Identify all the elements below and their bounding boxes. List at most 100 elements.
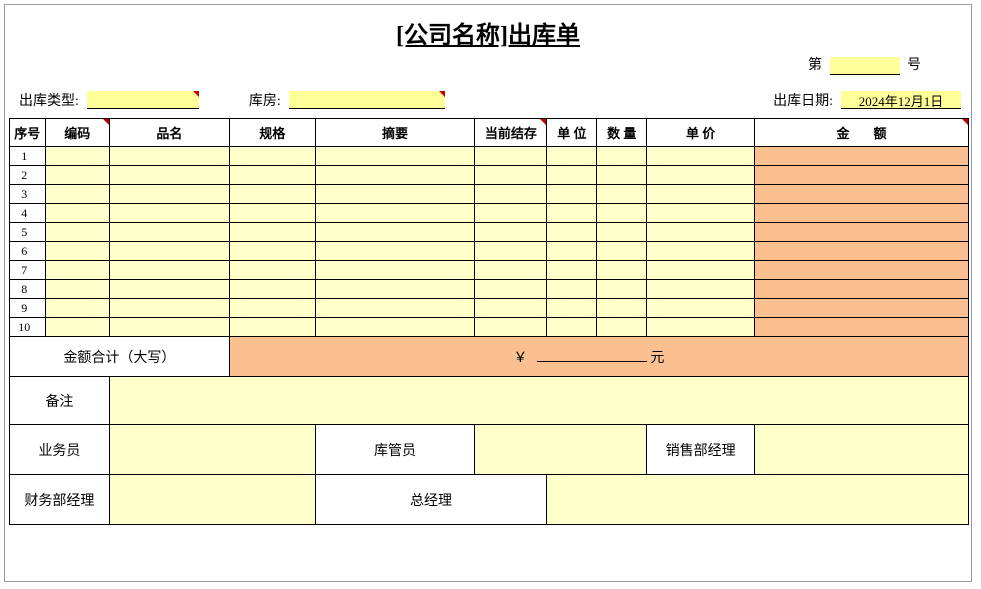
cell-unit[interactable] bbox=[547, 280, 597, 299]
cell-name[interactable] bbox=[109, 147, 229, 166]
cell-qty[interactable] bbox=[597, 204, 647, 223]
cell-amount[interactable] bbox=[755, 204, 969, 223]
cell-price[interactable] bbox=[647, 166, 755, 185]
cell-spec[interactable] bbox=[229, 166, 315, 185]
wh-input[interactable] bbox=[475, 425, 647, 475]
cell-amount[interactable] bbox=[755, 299, 969, 318]
cell-summary[interactable] bbox=[315, 147, 475, 166]
cell-summary[interactable] bbox=[315, 261, 475, 280]
warehouse-input[interactable] bbox=[289, 91, 445, 109]
cell-qty[interactable] bbox=[597, 299, 647, 318]
cell-code[interactable] bbox=[45, 185, 109, 204]
cell-qty[interactable] bbox=[597, 261, 647, 280]
cell-code[interactable] bbox=[45, 223, 109, 242]
cell-price[interactable] bbox=[647, 223, 755, 242]
cell-stock[interactable] bbox=[475, 299, 547, 318]
cell-name[interactable] bbox=[109, 185, 229, 204]
cell-spec[interactable] bbox=[229, 147, 315, 166]
cell-code[interactable] bbox=[45, 166, 109, 185]
cell-unit[interactable] bbox=[547, 185, 597, 204]
cell-code[interactable] bbox=[45, 299, 109, 318]
cell-summary[interactable] bbox=[315, 166, 475, 185]
cell-name[interactable] bbox=[109, 166, 229, 185]
cell-code[interactable] bbox=[45, 318, 109, 337]
cell-unit[interactable] bbox=[547, 147, 597, 166]
cell-stock[interactable] bbox=[475, 318, 547, 337]
cell-summary[interactable] bbox=[315, 185, 475, 204]
cell-price[interactable] bbox=[647, 318, 755, 337]
cell-spec[interactable] bbox=[229, 204, 315, 223]
cell-spec[interactable] bbox=[229, 318, 315, 337]
cell-spec[interactable] bbox=[229, 242, 315, 261]
cell-amount[interactable] bbox=[755, 166, 969, 185]
cell-code[interactable] bbox=[45, 261, 109, 280]
cell-amount[interactable] bbox=[755, 280, 969, 299]
cell-stock[interactable] bbox=[475, 166, 547, 185]
cell-price[interactable] bbox=[647, 280, 755, 299]
cell-name[interactable] bbox=[109, 242, 229, 261]
cell-summary[interactable] bbox=[315, 318, 475, 337]
cell-stock[interactable] bbox=[475, 204, 547, 223]
fin-mgr-input[interactable] bbox=[109, 475, 315, 525]
biz-input[interactable] bbox=[109, 425, 315, 475]
cell-summary[interactable] bbox=[315, 280, 475, 299]
cell-spec[interactable] bbox=[229, 280, 315, 299]
cell-price[interactable] bbox=[647, 242, 755, 261]
cell-code[interactable] bbox=[45, 204, 109, 223]
cell-spec[interactable] bbox=[229, 261, 315, 280]
cell-name[interactable] bbox=[109, 223, 229, 242]
cell-name[interactable] bbox=[109, 299, 229, 318]
cell-qty[interactable] bbox=[597, 147, 647, 166]
cell-price[interactable] bbox=[647, 185, 755, 204]
cell-name[interactable] bbox=[109, 261, 229, 280]
cell-unit[interactable] bbox=[547, 204, 597, 223]
cell-stock[interactable] bbox=[475, 280, 547, 299]
cell-qty[interactable] bbox=[597, 318, 647, 337]
type-input[interactable] bbox=[87, 91, 199, 109]
cell-summary[interactable] bbox=[315, 204, 475, 223]
cell-amount[interactable] bbox=[755, 242, 969, 261]
cell-spec[interactable] bbox=[229, 185, 315, 204]
cell-qty[interactable] bbox=[597, 185, 647, 204]
gm-input[interactable] bbox=[547, 475, 969, 525]
cell-price[interactable] bbox=[647, 147, 755, 166]
cell-spec[interactable] bbox=[229, 299, 315, 318]
cell-spec[interactable] bbox=[229, 223, 315, 242]
cell-unit[interactable] bbox=[547, 242, 597, 261]
cell-stock[interactable] bbox=[475, 185, 547, 204]
cell-qty[interactable] bbox=[597, 166, 647, 185]
cell-unit[interactable] bbox=[547, 166, 597, 185]
cell-stock[interactable] bbox=[475, 147, 547, 166]
cell-code[interactable] bbox=[45, 147, 109, 166]
cell-stock[interactable] bbox=[475, 242, 547, 261]
cell-price[interactable] bbox=[647, 261, 755, 280]
sheet-no-input[interactable] bbox=[830, 57, 900, 75]
cell-amount[interactable] bbox=[755, 318, 969, 337]
cell-code[interactable] bbox=[45, 242, 109, 261]
cell-price[interactable] bbox=[647, 299, 755, 318]
cell-qty[interactable] bbox=[597, 242, 647, 261]
cell-qty[interactable] bbox=[597, 223, 647, 242]
cell-code[interactable] bbox=[45, 280, 109, 299]
cell-price[interactable] bbox=[647, 204, 755, 223]
cell-summary[interactable] bbox=[315, 223, 475, 242]
cell-amount[interactable] bbox=[755, 223, 969, 242]
cell-amount[interactable] bbox=[755, 261, 969, 280]
remark-input[interactable] bbox=[109, 377, 968, 425]
cell-stock[interactable] bbox=[475, 223, 547, 242]
cell-qty[interactable] bbox=[597, 280, 647, 299]
cell-amount[interactable] bbox=[755, 185, 969, 204]
cell-summary[interactable] bbox=[315, 242, 475, 261]
total-body[interactable]: ￥ 元 bbox=[229, 337, 968, 377]
cell-unit[interactable] bbox=[547, 223, 597, 242]
cell-name[interactable] bbox=[109, 318, 229, 337]
cell-stock[interactable] bbox=[475, 261, 547, 280]
sales-mgr-input[interactable] bbox=[755, 425, 969, 475]
date-input[interactable]: 2024年12月1日 bbox=[841, 91, 961, 109]
cell-summary[interactable] bbox=[315, 299, 475, 318]
cell-name[interactable] bbox=[109, 204, 229, 223]
cell-unit[interactable] bbox=[547, 318, 597, 337]
cell-amount[interactable] bbox=[755, 147, 969, 166]
cell-name[interactable] bbox=[109, 280, 229, 299]
cell-unit[interactable] bbox=[547, 299, 597, 318]
